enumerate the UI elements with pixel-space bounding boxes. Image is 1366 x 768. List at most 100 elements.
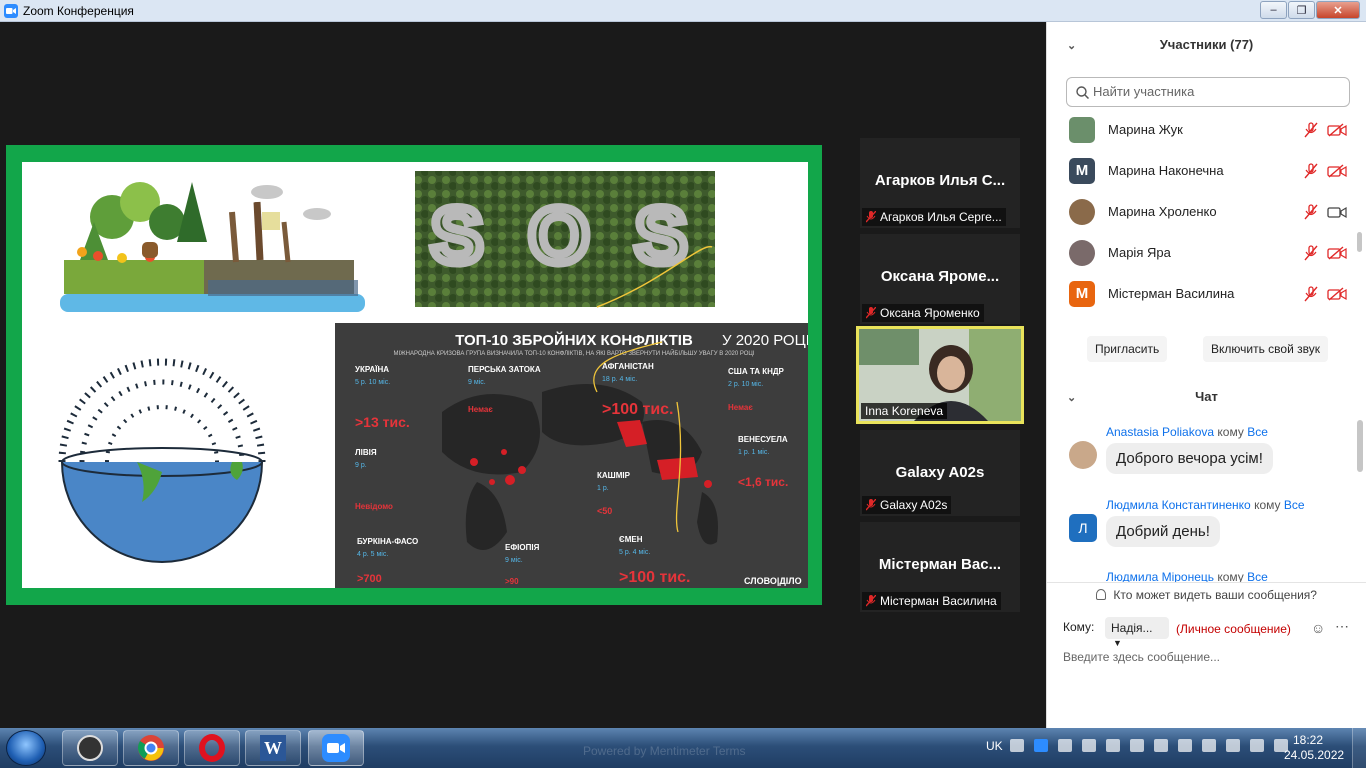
app-tray-icon[interactable] xyxy=(1178,739,1192,752)
muted-mic-icon[interactable] xyxy=(1303,122,1319,138)
conflict-5-name: ЛІВІЯ xyxy=(355,448,377,457)
avatar: Л xyxy=(1069,514,1097,542)
network-icon[interactable] xyxy=(1154,739,1168,752)
conflict-2-toll: Немає xyxy=(468,405,493,414)
conflict-4-duration: 2 р. 10 міс. xyxy=(728,380,763,388)
video-on-icon[interactable] xyxy=(1327,205,1347,219)
conflict-7-duration: 1 р. xyxy=(597,485,609,492)
nature-illustration xyxy=(60,182,365,312)
flag-icon[interactable] xyxy=(1226,739,1240,752)
display-icon[interactable] xyxy=(1130,739,1144,752)
muted-mic-icon[interactable] xyxy=(1303,245,1319,261)
avatar xyxy=(1069,199,1095,225)
ghost-overlay-text: Powered by Mentimeter Terms xyxy=(583,744,746,758)
emoji-icon[interactable]: ☺ xyxy=(1311,620,1325,636)
system-clock[interactable]: 18:22 24.05.2022 xyxy=(1284,733,1345,763)
sender-name[interactable]: Людмила Міронець xyxy=(1106,570,1214,582)
muted-mic-icon[interactable] xyxy=(1303,163,1319,179)
opera-icon[interactable] xyxy=(184,730,240,766)
signal-icon[interactable] xyxy=(1202,739,1216,752)
conflict-7-name: КАШМІР xyxy=(597,471,631,480)
more-options-icon[interactable]: ⋯ xyxy=(1335,618,1349,635)
private-message-label: (Личное сообщение) xyxy=(1176,622,1291,636)
participant-row[interactable]: Марія Яра xyxy=(1069,238,1349,268)
conflict-4-toll: Немає xyxy=(728,403,753,412)
minimize-button[interactable]: – xyxy=(1260,1,1287,19)
privacy-text: Кто может видеть ваши сообщения? xyxy=(1113,588,1317,602)
avatar: M xyxy=(1069,158,1095,184)
chrome-icon[interactable] xyxy=(123,730,179,766)
muted-mic-icon[interactable] xyxy=(1303,286,1319,302)
active-speaker-video[interactable]: Inna Koreneva xyxy=(856,326,1024,424)
muted-mic-icon xyxy=(866,595,876,607)
link-icon[interactable] xyxy=(1058,739,1072,752)
system-tray xyxy=(1010,739,1298,752)
message-sender-line: Людмила Константиненко кому Все xyxy=(1106,498,1305,512)
participant-row[interactable]: Марина Хроленко xyxy=(1069,197,1349,227)
recipient-name: Все xyxy=(1247,570,1268,582)
volume-icon[interactable] xyxy=(1250,739,1264,752)
participants-scrollbar[interactable] xyxy=(1357,232,1362,252)
sender-name[interactable]: Anastasia Poliakova xyxy=(1106,425,1214,439)
conflict-1-name: УКРАЇНА xyxy=(355,365,389,374)
unmute-myself-button[interactable]: Включить свой звук xyxy=(1203,336,1328,362)
tile-caption: Містерман Василина xyxy=(862,592,1001,610)
chat-message-input[interactable]: Введите здесь сообщение... xyxy=(1063,650,1220,664)
app-icon xyxy=(77,735,103,761)
conflict-6-name: ВЕНЕСУЕЛА xyxy=(738,435,788,444)
muted-mic-icon[interactable] xyxy=(1303,204,1319,220)
muted-mic-icon xyxy=(866,211,876,223)
zoom-tray-icon[interactable] xyxy=(1034,739,1048,752)
zoom-taskbar-icon[interactable] xyxy=(308,730,364,766)
tile-caption: Агарков Илья Серге... xyxy=(862,208,1006,226)
infographic-subtitle: МІЖНАРОДНА КРИЗОВА ГРУПА ВИЗНАЧИЛА ТОП-1… xyxy=(393,349,754,357)
close-button[interactable]: ✕ xyxy=(1316,1,1360,19)
chrome-logo xyxy=(138,735,164,761)
message-bubble: Добрий день! xyxy=(1106,516,1220,547)
taskbar-app-icon[interactable] xyxy=(62,730,118,766)
conflict-6-toll: <1,6 тис. xyxy=(738,475,788,489)
sync-icon[interactable] xyxy=(1106,739,1120,752)
recipient-select[interactable]: Надія... ▼ xyxy=(1105,617,1169,648)
chevron-down-icon[interactable]: ⌄ xyxy=(1067,391,1076,404)
video-off-icon[interactable] xyxy=(1327,123,1347,137)
avatar: M xyxy=(1069,281,1095,307)
participant-row[interactable]: M Марина Наконечна xyxy=(1069,156,1349,186)
recipient-label: кому xyxy=(1217,425,1244,439)
chat-scrollbar[interactable] xyxy=(1357,420,1363,472)
participant-tile[interactable]: Містерман Вас... Містерман Василина xyxy=(860,522,1020,612)
infographic-title: ТОП-10 ЗБРОЙНИХ КОНФЛІКТІВ xyxy=(455,331,693,349)
participant-tile[interactable]: Агарков Илья С... Агарков Илья Серге... xyxy=(860,138,1020,228)
side-panel: ⌄ Участники (77) Найти участника Марина … xyxy=(1046,22,1366,728)
chat-header[interactable]: ⌄ Чат xyxy=(1047,389,1366,411)
avatar xyxy=(1069,117,1095,143)
title-bar: Zoom Конференция – ❐ ✕ xyxy=(0,0,1366,22)
bluetooth-icon[interactable] xyxy=(1082,739,1096,752)
conflict-3-name: АФГАНІСТАН xyxy=(602,362,654,371)
recipient-name: Все xyxy=(1247,425,1268,439)
conflict-10-duration: 5 р. 4 міс. xyxy=(619,548,650,556)
keyboard-icon[interactable] xyxy=(1010,739,1024,752)
language-indicator[interactable]: UK xyxy=(986,739,1003,753)
participant-row[interactable]: M Містерман Василина xyxy=(1069,279,1349,309)
conflict-4-name: США ТА КНДР xyxy=(728,367,785,376)
chat-privacy-link[interactable]: Кто может видеть ваши сообщения? xyxy=(1047,582,1366,606)
show-desktop-button[interactable] xyxy=(1352,728,1366,768)
clock-date: 24.05.2022 xyxy=(1284,748,1345,762)
video-caption: Inna Koreneva xyxy=(861,403,948,419)
word-icon[interactable]: W xyxy=(245,730,301,766)
participant-search-input[interactable]: Найти участника xyxy=(1066,77,1350,107)
video-off-icon[interactable] xyxy=(1327,164,1347,178)
chevron-down-icon[interactable]: ⌄ xyxy=(1067,39,1076,52)
video-off-icon[interactable] xyxy=(1327,246,1347,260)
participant-tile[interactable]: Оксана Яроме... Оксана Яроменко xyxy=(860,234,1020,324)
participant-row[interactable]: Марина Жук xyxy=(1069,115,1349,145)
participants-header[interactable]: ⌄ Участники (77) xyxy=(1047,37,1366,59)
sender-name[interactable]: Людмила Константиненко xyxy=(1106,498,1251,512)
invite-button[interactable]: Пригласить xyxy=(1087,336,1168,362)
start-button[interactable] xyxy=(6,730,46,766)
participant-tile[interactable]: Galaxy A02s Galaxy A02s xyxy=(860,430,1020,516)
video-off-icon[interactable] xyxy=(1327,287,1347,301)
maximize-button[interactable]: ❐ xyxy=(1288,1,1315,19)
person-icon xyxy=(1096,589,1107,600)
